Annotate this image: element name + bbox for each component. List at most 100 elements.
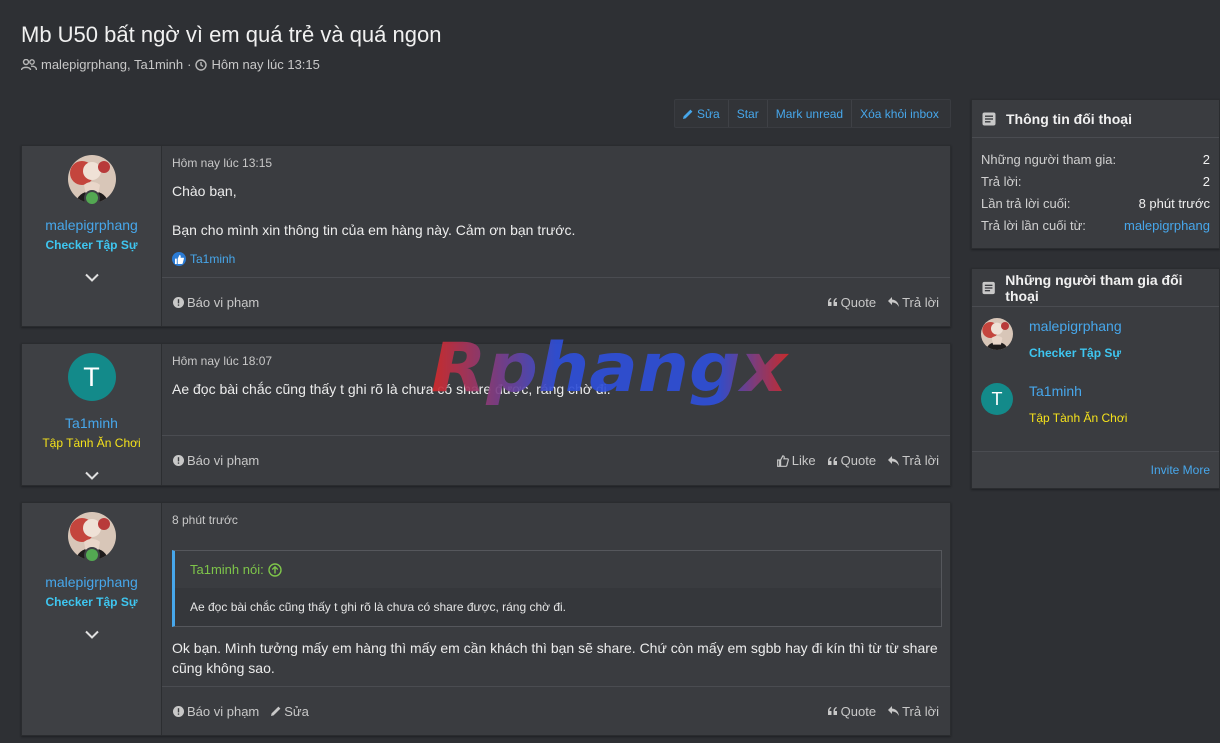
conversation-info-header: Thông tin đối thoại (972, 100, 1219, 138)
quote-icon (827, 456, 837, 465)
quote-header[interactable]: Ta1minh nói: (175, 551, 941, 588)
message-time[interactable]: Hôm nay lúc 13:15 (172, 156, 272, 170)
alert-icon (173, 705, 184, 717)
info-label: Lần trả lời cuối: (981, 195, 1071, 211)
avatar[interactable] (67, 155, 116, 206)
message-content: Hôm nay lúc 18:07 Ae đọc bài chắc cũng t… (162, 344, 950, 485)
quote-button[interactable]: Quote (827, 704, 876, 719)
reply-label: Trả lời (902, 703, 939, 719)
info-value: 8 phút trước (1138, 195, 1210, 211)
conversation-action-bar: Sửa Star Mark unread Xóa khỏi inbox (674, 99, 951, 128)
like-button[interactable]: Like (776, 453, 816, 468)
username-link[interactable]: Ta1minh (65, 415, 118, 431)
avatar-letter: T (67, 353, 116, 401)
info-row-last-reply: Lần trả lời cuối: 8 phút trước (972, 192, 1219, 214)
message-time[interactable]: 8 phút trước (172, 513, 238, 527)
meta-separator: · (187, 57, 192, 72)
info-row-replies: Trả lời: 2 (972, 170, 1219, 192)
username-link[interactable]: malepigrphang (45, 217, 138, 233)
participant-title: Checker Tập Sự (1029, 346, 1122, 360)
reply-icon (888, 455, 900, 466)
user-title: Tập Tành Ăn Chơi (42, 436, 141, 450)
message-footer: Báo vi phạm Sửa Quote Trả lời (162, 686, 950, 735)
thumbs-up-icon (776, 454, 789, 467)
last-reply-user-link[interactable]: malepigrphang (1124, 218, 1210, 233)
participants-header: Những người tham gia đối thoại (972, 269, 1219, 307)
reply-button[interactable]: Trả lời (888, 453, 939, 468)
message-user-panel: malepigrphang Checker Tập Sự (22, 503, 162, 735)
participant-item: malepigrphang Checker Tập Sự (972, 318, 1219, 360)
quote-label: Quote (840, 453, 877, 468)
info-row-last-reply-from: Trả lời lần cuối từ: malepigrphang (972, 214, 1219, 236)
pencil-icon (683, 109, 693, 119)
info-label: Trả lời: (981, 173, 1022, 189)
report-button[interactable]: Báo vi phạm (173, 453, 259, 468)
reply-icon (888, 297, 900, 307)
participants-block: Những người tham gia đối thoại malepigrp… (971, 268, 1220, 489)
user-photo-icon (981, 318, 1013, 350)
quote-text: Ae đọc bài chắc cũng thấy t ghi rõ là ch… (190, 600, 567, 614)
message-1: malepigrphang Checker Tập Sự Hôm nay lúc… (21, 145, 951, 327)
participant-title: Tập Tành Ăn Chơi (1029, 411, 1128, 425)
quote-author: Ta1minh nói: (190, 562, 264, 577)
conversation-info-title: Thông tin đối thoại (1006, 110, 1132, 127)
remove-inbox-button[interactable]: Xóa khỏi inbox (852, 100, 947, 127)
report-label: Báo vi phạm (187, 703, 260, 719)
page-title: Mb U50 bất ngờ vì em quá trẻ và quá ngon (21, 22, 442, 47)
like-label: Like (791, 453, 816, 468)
page-meta: malepigrphang, Ta1minh · Hôm nay lúc 13:… (21, 57, 320, 72)
participant-name-link[interactable]: Ta1minh (1029, 383, 1127, 399)
star-button[interactable]: Star (729, 100, 768, 127)
info-label: Trả lời lần cuối từ: (981, 217, 1086, 233)
quote-icon (827, 298, 837, 306)
edit-conversation-button[interactable]: Sửa (675, 100, 729, 127)
online-indicator-icon (83, 547, 100, 563)
invite-more-bar: Invite More (972, 451, 1219, 488)
report-button[interactable]: Báo vi phạm (173, 704, 259, 719)
message-time[interactable]: Hôm nay lúc 18:07 (172, 354, 272, 368)
reaction-summary[interactable]: Ta1minh (172, 252, 235, 266)
quote-label: Quote (840, 294, 877, 310)
message-text: Ok bạn. Mình tưởng mấy em hàng thì mấy e… (172, 640, 938, 656)
mark-unread-button[interactable]: Mark unread (768, 100, 853, 127)
chevron-down-icon[interactable] (84, 270, 99, 285)
message-text: Chào bạn, (172, 183, 237, 199)
message-user-panel: malepigrphang Checker Tập Sự (22, 146, 162, 326)
message-content: Hôm nay lúc 13:15 Chào bạn, Bạn cho mình… (162, 146, 950, 326)
participants-link[interactable]: malepigrphang, Ta1minh (41, 57, 183, 72)
avatar[interactable] (981, 318, 1013, 350)
invite-more-link[interactable]: Invite More (1151, 463, 1210, 477)
reply-button[interactable]: Trả lời (888, 704, 939, 719)
message-3: malepigrphang Checker Tập Sự 8 phút trướ… (21, 502, 951, 736)
quote-button[interactable]: Quote (827, 453, 877, 468)
avatar-letter[interactable]: T (981, 383, 1013, 415)
chevron-down-icon[interactable] (84, 468, 99, 483)
quote-button[interactable]: Quote (827, 294, 877, 310)
message-content: 8 phút trước Ta1minh nói: Ae đọc bài chắ… (162, 503, 950, 735)
info-value: 2 (1202, 151, 1210, 167)
participant-item: T Ta1minh Tập Tành Ăn Chơi (972, 383, 1219, 425)
liked-by-name[interactable]: Ta1minh (190, 252, 235, 266)
edit-label: Sửa (284, 703, 309, 719)
alert-icon (173, 296, 184, 308)
avatar[interactable]: T (67, 353, 116, 401)
edit-message-button[interactable]: Sửa (271, 704, 309, 719)
report-button[interactable]: Báo vi phạm (173, 295, 259, 310)
reply-label: Trả lời (902, 294, 939, 310)
message-user-panel: T Ta1minh Tập Tành Ăn Chơi (22, 344, 162, 485)
reply-label: Trả lời (902, 453, 939, 468)
avatar[interactable] (67, 512, 116, 563)
quote-icon (827, 707, 837, 715)
participant-name-link[interactable]: malepigrphang (1029, 318, 1122, 334)
arrow-up-circle-icon[interactable] (268, 562, 282, 577)
chevron-down-icon[interactable] (84, 627, 99, 642)
reply-button[interactable]: Trả lời (888, 295, 939, 310)
info-row-participants: Những người tham gia: 2 (972, 148, 1219, 170)
users-icon (21, 58, 37, 70)
document-icon (982, 112, 996, 125)
username-link[interactable]: malepigrphang (45, 574, 138, 590)
user-title: Checker Tập Sự (45, 238, 138, 252)
online-indicator-icon (83, 190, 100, 206)
message-footer: Báo vi phạm Quote Trả lời (162, 277, 950, 326)
message-text: cũng không sao. (172, 660, 275, 676)
